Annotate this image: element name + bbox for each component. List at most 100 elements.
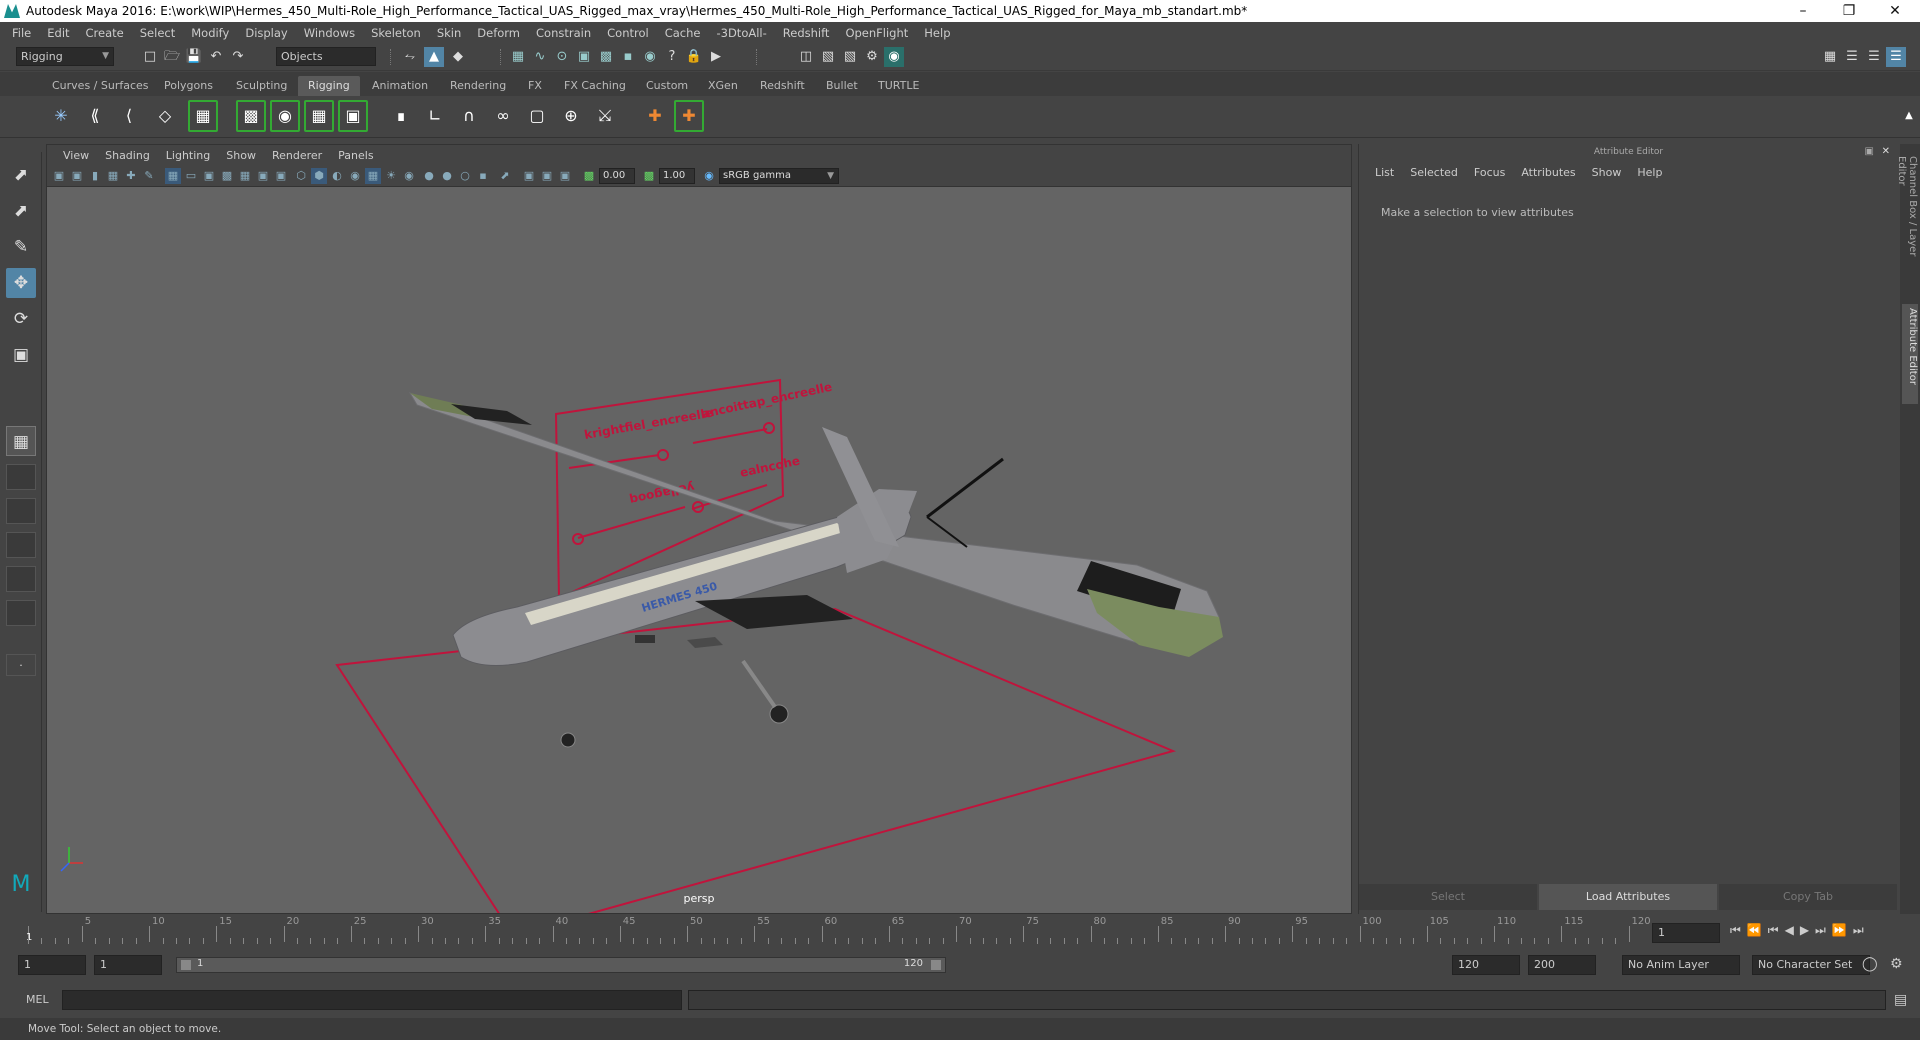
two-d-pan-icon[interactable]: ✚ xyxy=(123,168,139,184)
menu-file[interactable]: File xyxy=(4,26,39,40)
propeller[interactable] xyxy=(926,457,1004,519)
lasso-tool-icon[interactable]: ⬈ xyxy=(6,196,36,226)
animation-start-field[interactable]: 1 xyxy=(18,955,86,975)
shelf-tab-custom[interactable]: Custom xyxy=(636,76,698,96)
vp-menu-view[interactable]: View xyxy=(55,149,97,162)
preferences-icon[interactable]: ⚙ xyxy=(1890,956,1903,972)
gamma-icon[interactable]: ▩ xyxy=(641,168,657,184)
current-frame-field[interactable]: 1 xyxy=(1652,923,1720,943)
shelf-tab-fx-caching[interactable]: FX Caching xyxy=(554,76,636,96)
outliner-toggle-icon[interactable]: ☰ xyxy=(1842,47,1862,67)
xray-icon[interactable]: ▣ xyxy=(521,168,537,184)
rotate-tool-icon[interactable]: ⟳ xyxy=(6,304,36,334)
menu-deform[interactable]: Deform xyxy=(469,26,528,40)
ae-menu-show[interactable]: Show xyxy=(1584,166,1630,179)
rig-slider-handle[interactable] xyxy=(657,449,669,461)
select-button[interactable]: Select xyxy=(1359,884,1537,910)
select-object-icon[interactable]: ▲ xyxy=(424,47,444,67)
hypershade-icon[interactable]: ◉ xyxy=(884,47,904,67)
open-scene-icon[interactable]: 🗁 xyxy=(162,47,182,67)
ae-menu-attributes[interactable]: Attributes xyxy=(1513,166,1583,179)
menu-redshift[interactable]: Redshift xyxy=(775,26,838,40)
joint-tool-icon[interactable]: ✳ xyxy=(46,100,76,132)
selection-mode-dropdown[interactable]: Objects xyxy=(276,47,376,66)
time-slider[interactable]: 1 5 10 15 20 25 30 35 40 45 50 55 60 65 70 75 80 85 90 95 1… xyxy=(0,916,1920,950)
load-attributes-button[interactable]: Load Attributes xyxy=(1539,884,1717,910)
menuset-dropdown[interactable]: Rigging ▼ xyxy=(16,47,114,66)
make-live-icon[interactable]: ◉ xyxy=(640,47,660,67)
persp-graph-layout-icon[interactable] xyxy=(6,532,36,558)
vp-menu-panels[interactable]: Panels xyxy=(330,149,381,162)
lock-icon[interactable]: 🔒 xyxy=(684,47,704,67)
menu-windows[interactable]: Windows xyxy=(296,26,363,40)
range-end-handle[interactable] xyxy=(931,960,941,970)
workspace-icon[interactable]: ▦ xyxy=(1820,47,1840,67)
channel-box-tab[interactable]: Channel Box / Layer Editor xyxy=(1896,152,1918,292)
use-all-lights-icon[interactable]: ☀ xyxy=(383,168,399,184)
skeleton-icon[interactable]: ▦ xyxy=(188,100,218,132)
close-button[interactable]: ✕ xyxy=(1872,0,1918,22)
vp-menu-lighting[interactable]: Lighting xyxy=(158,149,218,162)
scene-canvas[interactable]: krightfiel_encreelle ancoittap_encreelle… xyxy=(47,187,1351,913)
snap-grid-icon[interactable]: ▦ xyxy=(508,47,528,67)
constraint-orient-icon[interactable]: ∩ xyxy=(454,100,484,132)
persp-outliner-layout-icon[interactable] xyxy=(6,498,36,524)
ae-menu-focus[interactable]: Focus xyxy=(1466,166,1513,179)
constraint-scale-icon[interactable]: ∞ xyxy=(488,100,518,132)
four-view-layout-icon[interactable] xyxy=(6,464,36,490)
camera-attributes-icon[interactable]: ▣ xyxy=(69,168,85,184)
depth-of-field-icon[interactable]: ▪ xyxy=(475,168,491,184)
single-perspective-layout-icon[interactable]: ▦ xyxy=(6,426,36,456)
paint-select-icon[interactable]: ✎ xyxy=(6,232,36,262)
smooth-shade-icon[interactable]: ⬢ xyxy=(311,168,327,184)
playback-end-field[interactable]: 120 xyxy=(1452,955,1520,975)
undo-icon[interactable]: ↶ xyxy=(206,47,226,67)
menu-help[interactable]: Help xyxy=(916,26,958,40)
persp-hypershade-layout-icon[interactable] xyxy=(6,600,36,626)
attribute-editor-tab[interactable]: Attribute Editor xyxy=(1902,304,1918,404)
exposure-icon[interactable]: ▩ xyxy=(581,168,597,184)
close-panel-icon[interactable]: ✕ xyxy=(1882,146,1890,157)
scale-tool-icon[interactable]: ▣ xyxy=(6,340,36,370)
ipr-render-icon[interactable]: ▧ xyxy=(840,47,860,67)
copy-tab-button[interactable]: Copy Tab xyxy=(1719,884,1897,910)
more-layouts-icon[interactable]: · xyxy=(6,654,36,676)
field-chart-icon[interactable]: ▦ xyxy=(237,168,253,184)
snap-vertex-icon[interactable]: ▪ xyxy=(618,47,638,67)
new-scene-icon[interactable]: □ xyxy=(140,47,160,67)
play-forward-icon[interactable]: ▶ xyxy=(1800,923,1815,937)
snap-surface-icon[interactable]: ▩ xyxy=(596,47,616,67)
anti-aliasing-icon[interactable]: ○ xyxy=(457,168,473,184)
pole-vector-icon[interactable]: ⊕ xyxy=(556,100,586,132)
move-tool-icon[interactable]: ✥ xyxy=(6,268,36,298)
smooth-bind-icon[interactable]: ◉ xyxy=(270,100,300,132)
backface-icon[interactable]: ▣ xyxy=(557,168,573,184)
camera-select-icon[interactable]: ▣ xyxy=(51,168,67,184)
range-start-handle[interactable] xyxy=(181,960,191,970)
play-backward-icon[interactable]: ◀ xyxy=(1785,923,1800,937)
locator-icon[interactable]: ✚ xyxy=(640,100,670,132)
menu-edit[interactable]: Edit xyxy=(39,26,77,40)
shelf-scroll-icon[interactable]: ▲ xyxy=(1894,100,1920,132)
menu-skeleton[interactable]: Skeleton xyxy=(363,26,429,40)
anim-layer-dropdown[interactable]: No Anim Layer xyxy=(1622,955,1740,975)
vp-menu-shading[interactable]: Shading xyxy=(97,149,158,162)
save-scene-icon[interactable]: 💾 xyxy=(184,47,204,67)
mirror-joint-icon[interactable]: ◇ xyxy=(150,100,180,132)
step-back-key-icon[interactable]: ⏮ xyxy=(1768,923,1785,937)
viewport-panel[interactable]: View Shading Lighting Show Renderer Pane… xyxy=(46,144,1352,914)
go-to-end-icon[interactable]: ⏭ xyxy=(1853,923,1870,937)
select-hierarchy-icon[interactable]: ⥊ xyxy=(400,47,420,67)
main-wheel[interactable] xyxy=(769,704,789,724)
shelf-tab-xgen[interactable]: XGen xyxy=(698,76,748,96)
xray-active-icon[interactable]: ▣ xyxy=(539,168,555,184)
ambient-occlusion-icon[interactable]: ● xyxy=(421,168,437,184)
motion-blur-icon[interactable]: ● xyxy=(439,168,455,184)
nose-wheel[interactable] xyxy=(560,732,576,748)
rig-slider-handle[interactable] xyxy=(763,422,775,434)
shadows-icon[interactable]: ◉ xyxy=(401,168,417,184)
menu-control[interactable]: Control xyxy=(599,26,657,40)
step-forward-icon[interactable]: ⏩ xyxy=(1832,923,1853,937)
ae-menu-selected[interactable]: Selected xyxy=(1402,166,1466,179)
color-management-icon[interactable]: ◉ xyxy=(701,168,717,184)
